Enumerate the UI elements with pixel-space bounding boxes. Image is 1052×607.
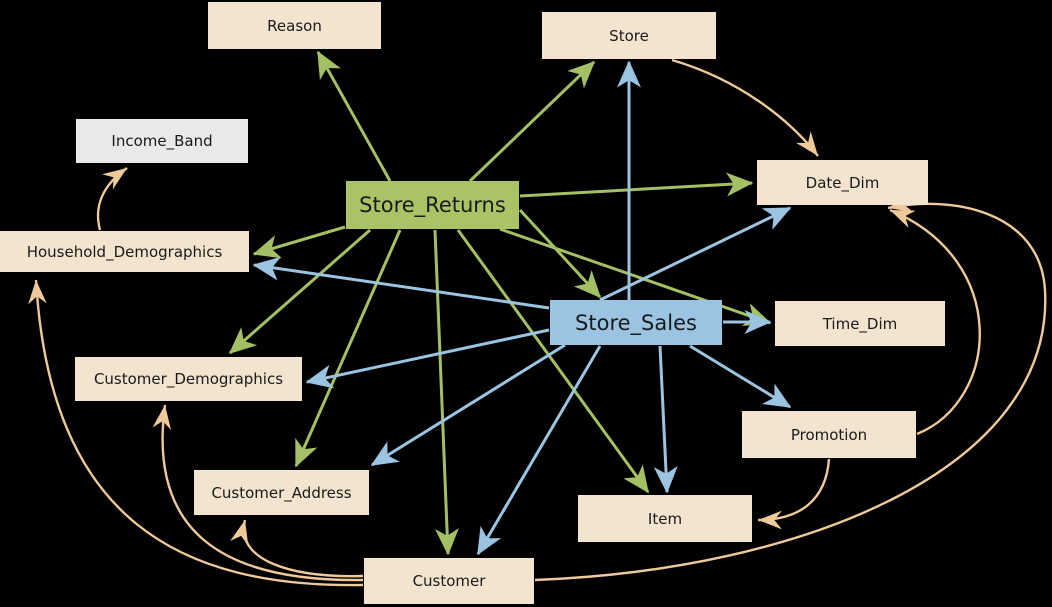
- edge-store-to-date_dim: [671, 58, 819, 157]
- entity-label: Customer_Address: [211, 483, 352, 502]
- entity-node-store_sales[interactable]: Store_Sales: [550, 300, 722, 345]
- edge-store_returns-to-cust_address: [294, 229, 402, 468]
- entity-node-customer[interactable]: Customer: [364, 558, 534, 604]
- entity-label: Store_Sales: [575, 310, 697, 335]
- entity-label: Household_Demographics: [26, 242, 223, 261]
- edge-store_sales-to-item: [653, 345, 678, 494]
- entity-node-income_band[interactable]: Income_Band: [76, 119, 248, 163]
- entity-label: Store_Returns: [359, 193, 506, 217]
- entity-label: Promotion: [790, 425, 868, 444]
- entity-node-cust_demo[interactable]: Customer_Demographics: [75, 357, 302, 401]
- edge-household-to-income_band: [97, 167, 128, 231]
- entity-label: Item: [647, 509, 683, 528]
- entity-node-time_dim[interactable]: Time_Dim: [775, 301, 945, 346]
- entity-node-date_dim[interactable]: Date_Dim: [757, 160, 928, 205]
- entity-label: Date_Dim: [805, 173, 880, 192]
- edge-store_sales-to-household: [252, 256, 550, 310]
- er-diagram-canvas: Reason Store Income_Band Date_Dim Store_Retu…: [0, 0, 1052, 607]
- entity-label: Customer_Demographics: [93, 370, 284, 388]
- edge-store_returns-to-reason: [316, 50, 392, 182]
- entity-node-store[interactable]: Store: [542, 12, 716, 59]
- edge-store_returns-to-customer: [433, 229, 459, 556]
- entity-node-reason[interactable]: Reason: [208, 2, 381, 49]
- edge-customer-to-cust_address: [230, 519, 364, 578]
- edge-customer-to-household: [28, 279, 364, 587]
- entity-node-household[interactable]: Household_Demographics: [0, 231, 249, 272]
- entity-label: Time_Dim: [822, 314, 898, 333]
- edge-store_returns-to-household: [252, 225, 346, 259]
- edge-store_sales-to-promotion: [689, 344, 792, 409]
- entity-label: Store: [609, 26, 649, 45]
- entity-node-item[interactable]: Item: [578, 495, 752, 542]
- edge-store_returns-to-store_sales: [518, 208, 602, 299]
- entity-label: Customer: [412, 572, 486, 590]
- entity-label: Income_Band: [111, 132, 213, 150]
- entity-label: Reason: [267, 16, 322, 35]
- edge-store_returns-to-date_dim: [519, 172, 754, 198]
- edge-store_returns-to-cust_demo: [228, 228, 371, 355]
- entity-node-cust_address[interactable]: Customer_Address: [194, 470, 369, 515]
- edge-store_returns-to-store: [468, 60, 596, 183]
- entity-node-store_returns[interactable]: Store_Returns: [346, 181, 519, 229]
- edge-promotion-to-item: [757, 458, 831, 530]
- entity-node-promotion[interactable]: Promotion: [742, 411, 916, 458]
